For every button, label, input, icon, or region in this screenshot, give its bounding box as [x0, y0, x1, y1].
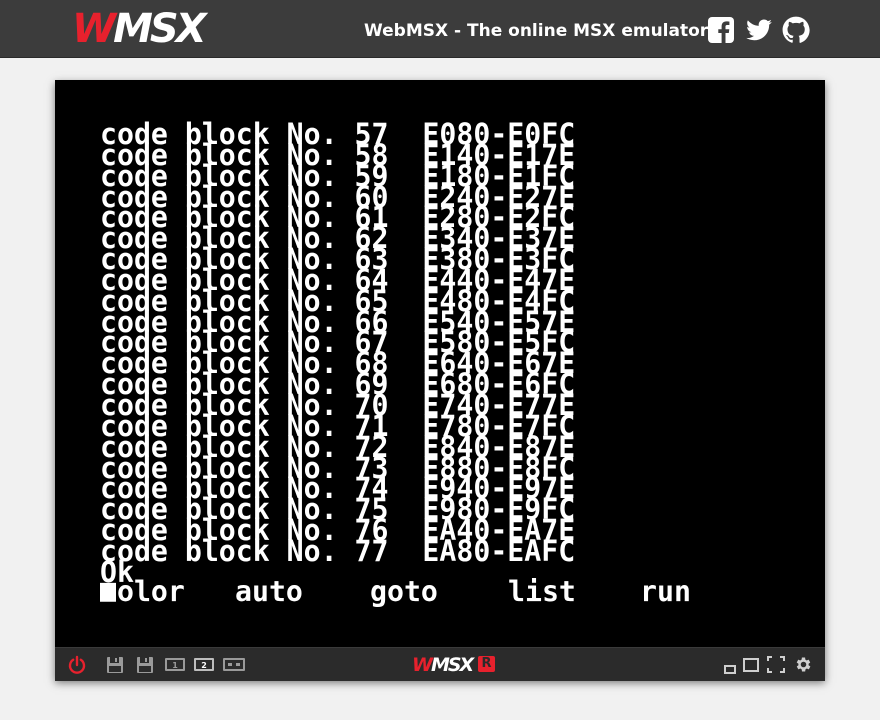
site-title: WebMSX - The online MSX emulator: [364, 21, 709, 41]
twitter-icon[interactable]: [745, 16, 773, 44]
function-key-auto[interactable]: auto: [235, 577, 303, 605]
settings-gear-icon[interactable]: [794, 655, 813, 678]
screen-line: code block No. 77 EA80-EAFC: [100, 533, 576, 569]
function-key-run[interactable]: run: [640, 577, 691, 605]
minimize-icon[interactable]: [724, 660, 736, 679]
function-key-list[interactable]: list: [508, 577, 576, 605]
site-header: WMSX WebMSX - The online MSX emulator: [0, 0, 880, 58]
function-key-color[interactable]: color: [100, 577, 185, 605]
floppy-b-icon[interactable]: [136, 656, 154, 678]
power-icon[interactable]: [67, 655, 87, 679]
function-key-goto[interactable]: goto: [370, 577, 438, 605]
tape-icon[interactable]: [222, 657, 246, 676]
emulator-control-bar: 1 2 WMSX R: [55, 647, 825, 681]
function-key-bar: color auto goto list run: [100, 577, 750, 605]
msx-screen[interactable]: code block No. 57 E080-E0FC code block No…: [55, 80, 825, 647]
emulator-window[interactable]: code block No. 57 E080-E0FC code block No…: [55, 80, 825, 681]
svg-text:1: 1: [172, 661, 178, 670]
cartridge-1-icon[interactable]: 1: [164, 657, 186, 676]
facebook-icon[interactable]: [707, 16, 735, 44]
cartridge-2-icon[interactable]: 2: [193, 657, 215, 676]
fullscreen-icon[interactable]: [767, 656, 785, 677]
github-icon[interactable]: [782, 16, 810, 44]
screen-output: code block No. 57 E080-E0FC code block No…: [100, 119, 576, 603]
bar-logo[interactable]: WMSX: [412, 655, 474, 675]
webmsx-logo[interactable]: WMSX: [72, 8, 207, 50]
reset-badge[interactable]: R: [478, 656, 495, 672]
svg-text:2: 2: [201, 661, 207, 670]
window-size-icon[interactable]: [743, 657, 759, 676]
floppy-a-icon[interactable]: [106, 656, 124, 678]
